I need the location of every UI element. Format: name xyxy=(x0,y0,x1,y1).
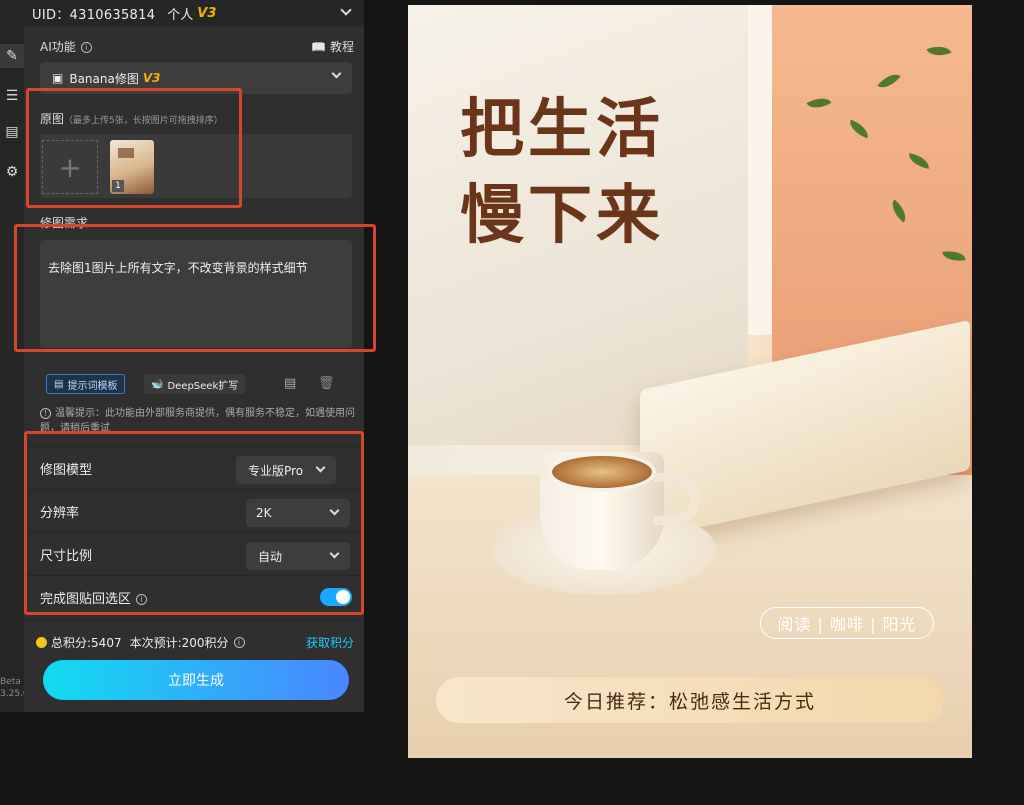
window-frame xyxy=(748,5,772,335)
app-window: 👥 ✎ ☰ ▤ ⚙ Beta 3.25.0 UID：4310635814 个人 … xyxy=(0,0,1024,805)
trash-icon[interactable]: 🗑 xyxy=(318,376,335,391)
deepseek-expand-button[interactable]: 🐋 DeepSeek扩写 xyxy=(144,374,246,394)
highlight-box-source xyxy=(26,88,242,208)
divider xyxy=(24,620,364,621)
ai-function-title: AI功能 i xyxy=(40,38,92,55)
history-icon[interactable]: ▤ xyxy=(284,376,296,391)
account-bar[interactable]: UID：4310635814 个人 V3 xyxy=(0,0,364,26)
layers-icon[interactable]: ☰ xyxy=(0,84,24,108)
chevron-down-icon[interactable] xyxy=(340,4,352,16)
selected-model: Banana修图 xyxy=(69,71,139,86)
tutorial-link[interactable]: 📖 教程 xyxy=(311,38,354,55)
poster-recommendation: 今日推荐：松弛感生活方式 xyxy=(436,677,944,723)
gear-icon[interactable]: ⚙ xyxy=(0,160,24,184)
image-icon: ▣ xyxy=(52,71,64,85)
total-points: 总积分:5407 xyxy=(51,636,122,650)
edit-icon[interactable]: ✎ xyxy=(0,44,24,68)
deepseek-label: DeepSeek扩写 xyxy=(167,380,239,392)
version-badge: V3 xyxy=(197,5,217,21)
info-icon: ! xyxy=(40,407,51,419)
highlight-box-settings xyxy=(24,431,364,615)
coin-icon xyxy=(36,637,47,648)
points-summary: 总积分:5407 本次预计:200积分 i xyxy=(36,634,245,651)
poster-title-line1: 把生活 xyxy=(460,92,664,167)
estimated-cost: 本次预计:200积分 xyxy=(129,636,229,650)
info-icon[interactable]: i xyxy=(80,42,92,53)
account-type: 个人 xyxy=(167,7,194,23)
template-icon: ▤ xyxy=(54,378,64,390)
settings-panel: UID：4310635814 个人 V3 AI功能 i 📖 教程 ▣ Banana… xyxy=(0,0,376,712)
preview-image: 把生活 慢下来 阅读 | 咖啡 | 阳光 今日推荐：松弛感生活方式 xyxy=(408,5,972,758)
model-badge: V3 xyxy=(142,71,161,85)
poster-title: 把生活 慢下来 xyxy=(460,87,664,259)
coffee-latte xyxy=(548,452,656,492)
service-tip: ! 温馨提示：此功能由外部服务商提供，偶有服务不稳定，如遇使用问题，请稍后重试 xyxy=(40,406,356,432)
prompt-template-label: 提示词模板 xyxy=(67,380,118,392)
uid-label: UID：4310635814 xyxy=(32,7,156,23)
generate-button[interactable]: 立即生成 xyxy=(43,660,349,700)
book-icon: 📖 xyxy=(311,40,327,54)
document-icon[interactable]: ▤ xyxy=(0,120,24,144)
ai-function-label: AI功能 xyxy=(40,40,76,54)
deepseek-icon: 🐋 xyxy=(151,378,164,390)
tutorial-label: 教程 xyxy=(329,40,354,54)
info-icon[interactable]: i xyxy=(233,637,245,648)
poster-title-line2: 慢下来 xyxy=(460,178,664,253)
service-tip-text: 温馨提示：此功能由外部服务商提供，偶有服务不稳定，如遇使用问题，请稍后重试 xyxy=(40,408,355,432)
poster-tags: 阅读 | 咖啡 | 阳光 xyxy=(760,607,934,639)
prompt-template-button[interactable]: ▤ 提示词模板 xyxy=(46,374,126,394)
highlight-box-prompt xyxy=(14,224,376,352)
get-points-link[interactable]: 获取积分 xyxy=(306,634,354,651)
chevron-down-icon xyxy=(331,68,342,79)
left-rail: 👥 ✎ ☰ ▤ ⚙ Beta 3.25.0 xyxy=(0,0,29,712)
